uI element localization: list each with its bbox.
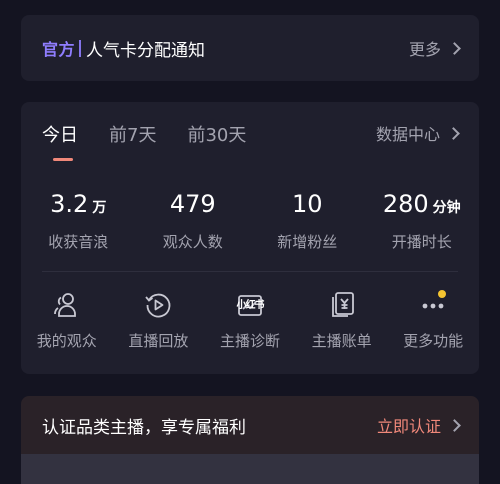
watermark: 小红书: [236, 300, 264, 311]
certify-now-label: 立即认证: [376, 417, 441, 436]
stats-card: 今日 前7天 前30天 数据中心 3.2 万 收获音浪 479 观众人数 10 新…: [21, 102, 479, 374]
certification-title: 认证品类主播，享专属福利: [42, 417, 246, 438]
metric-new-fans[interactable]: 10 新增粉丝: [250, 188, 365, 252]
function-label: 主播诊断: [219, 332, 280, 350]
data-center-link[interactable]: 数据中心: [375, 121, 460, 145]
metric-income[interactable]: 3.2 万 收获音浪: [21, 188, 136, 252]
audience-icon: [53, 293, 76, 317]
metric-value: 479: [169, 190, 216, 218]
function-grid: 我的观众 直播回放 小红书 主播诊断 主播账单 更多功能: [21, 290, 479, 351]
tab-today[interactable]: 今日: [42, 121, 78, 147]
notice-title: 人气卡分配通知: [86, 40, 206, 61]
function-label: 主播账单: [311, 332, 372, 350]
bill-icon: [331, 292, 354, 317]
metric-viewers[interactable]: 479 观众人数: [136, 188, 251, 252]
function-label: 更多功能: [403, 332, 464, 350]
separator: [79, 39, 82, 57]
metric-value: 3.2: [50, 190, 89, 218]
notice-card[interactable]: 官方 人气卡分配通知 更多: [21, 15, 479, 81]
replay-icon: [145, 293, 171, 318]
live-replay-button[interactable]: 直播回放: [113, 290, 205, 351]
active-tab-indicator: [53, 158, 73, 161]
metric-label: 开播时长: [391, 233, 452, 251]
divider: [42, 271, 458, 272]
data-center-label: 数据中心: [375, 125, 440, 144]
my-audience-button[interactable]: 我的观众: [21, 290, 113, 351]
official-label: 官方: [42, 40, 76, 59]
more-functions-button[interactable]: 更多功能: [387, 290, 479, 351]
metrics-row: 3.2 万 收获音浪 479 观众人数 10 新增粉丝 280 分钟 开播时长: [21, 188, 479, 252]
chevron-right-icon: [448, 418, 461, 432]
tab-7days[interactable]: 前7天: [109, 121, 156, 147]
certification-content: [21, 454, 479, 484]
streamer-bill-button[interactable]: 主播账单: [296, 290, 388, 351]
more-label: 更多: [408, 40, 441, 59]
metric-value: 280: [382, 190, 429, 218]
metric-unit: 万: [92, 200, 107, 216]
streamer-diagnosis-button[interactable]: 小红书 主播诊断: [204, 290, 296, 351]
chevron-right-icon: [447, 126, 460, 140]
metric-label: 收获音浪: [48, 233, 109, 251]
metric-label: 新增粉丝: [277, 233, 338, 251]
certify-now-button[interactable]: 立即认证: [376, 413, 461, 437]
metric-label: 观众人数: [162, 233, 223, 251]
function-label: 直播回放: [128, 332, 189, 350]
metric-duration[interactable]: 280 分钟 开播时长: [365, 188, 480, 252]
chevron-right-icon: [448, 41, 461, 55]
function-label: 我的观众: [36, 332, 97, 350]
more-link[interactable]: 更多: [408, 36, 461, 60]
tab-30days[interactable]: 前30天: [187, 121, 246, 147]
metric-value: 10: [291, 190, 323, 218]
metric-unit: 分钟: [432, 200, 461, 216]
certification-card[interactable]: 认证品类主播，享专属福利 立即认证: [21, 396, 479, 484]
